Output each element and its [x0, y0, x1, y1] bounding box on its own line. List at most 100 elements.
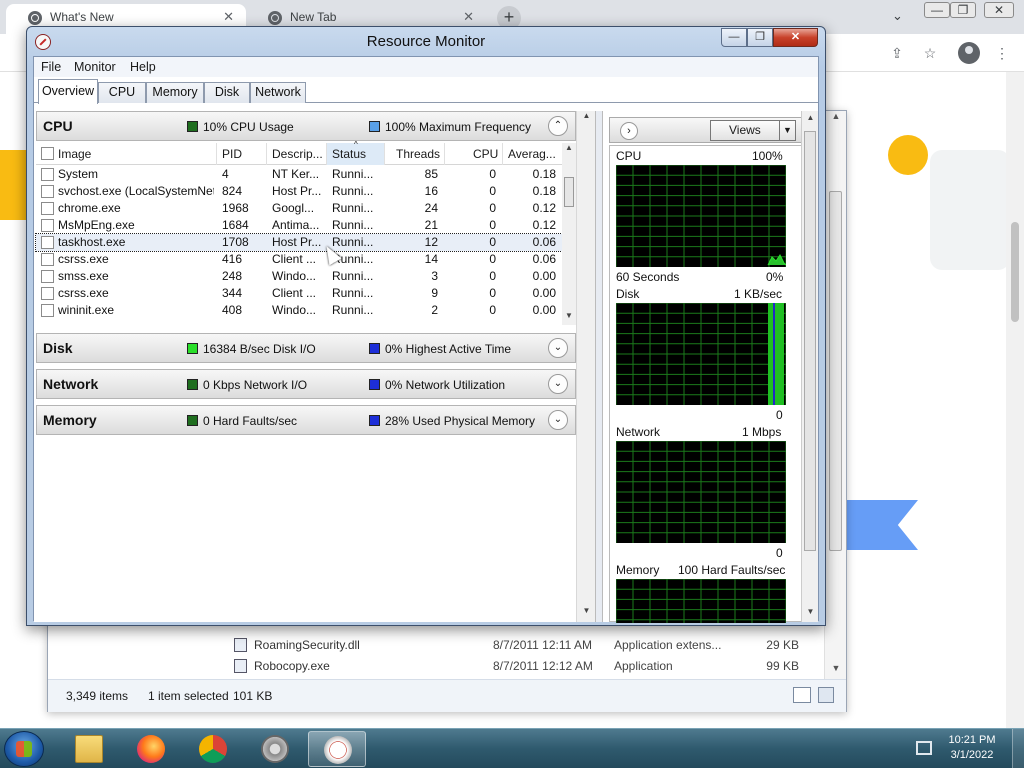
clock-date: 3/1/2022 [950, 749, 994, 761]
browser-minimize-button[interactable]: — [924, 2, 950, 18]
tab-search-chevron-icon[interactable]: ⌄ [892, 8, 903, 24]
menu-file[interactable]: File [41, 60, 61, 74]
show-desktop-button[interactable] [1012, 729, 1024, 768]
tab-overview[interactable]: Overview [38, 79, 98, 104]
column-image[interactable]: Image [58, 147, 91, 161]
column-threads[interactable]: Threads [396, 147, 440, 161]
file-row[interactable]: Robocopy.exe 8/7/2011 12:12 AM Applicati… [234, 656, 834, 676]
column-separator[interactable] [502, 143, 503, 165]
process-row[interactable]: System 4 NT Ker... Runni... 85 0 0.18 [36, 166, 562, 183]
scroll-down-icon[interactable]: ▼ [562, 311, 576, 320]
dropdown-arrow-icon[interactable]: ▼ [779, 121, 795, 140]
process-row[interactable]: chrome.exe 1968 Googl... Runni... 24 0 0.12 [36, 200, 562, 217]
memory-section-header[interactable]: Memory 0 Hard Faults/sec 28% Used Physic… [36, 405, 576, 435]
maximize-button[interactable]: ❐ [747, 28, 773, 47]
tab-disk[interactable]: Disk [204, 82, 250, 103]
explorer-scrollbar[interactable]: ▲ ▼ [824, 111, 846, 679]
browser-close-button[interactable]: ✕ [984, 2, 1014, 18]
taskbar-chrome-button[interactable] [184, 731, 242, 767]
page-scrollbar[interactable] [1006, 72, 1024, 728]
scroll-up-icon[interactable]: ▲ [825, 111, 847, 127]
network-tray-icon[interactable] [916, 741, 932, 755]
chevron-right-icon[interactable]: › [620, 122, 638, 140]
scrollbar-thumb[interactable] [829, 191, 842, 551]
tab-cpu[interactable]: CPU [98, 82, 146, 103]
column-status[interactable]: Status [332, 147, 366, 161]
scroll-down-icon[interactable]: ▼ [577, 606, 596, 622]
scrollbar-thumb[interactable] [1011, 222, 1019, 322]
scroll-up-icon[interactable]: ▲ [802, 113, 819, 122]
column-cpu[interactable]: CPU [473, 147, 498, 161]
taskbar-firefox-button[interactable] [122, 731, 180, 767]
column-separator[interactable] [266, 143, 267, 165]
graph-grid [616, 579, 786, 623]
scroll-up-icon[interactable]: ▲ [577, 111, 596, 127]
start-button[interactable] [4, 731, 44, 767]
column-pid[interactable]: PID [222, 147, 242, 161]
views-dropdown[interactable]: Views ▼ [710, 120, 796, 141]
column-separator[interactable] [216, 143, 217, 165]
network-section-header[interactable]: Network 0 Kbps Network I/O 0% Network Ut… [36, 369, 576, 399]
process-checkbox[interactable] [41, 253, 54, 266]
process-row[interactable]: svchost.exe (LocalSystemNet... 824 Host Pr… [36, 183, 562, 200]
cpu-section-header[interactable]: CPU 10% CPU Usage 100% Maximum Frequency… [36, 111, 576, 141]
left-pane-scrollbar[interactable]: ▲ ▼ [576, 111, 595, 622]
column-separator[interactable] [384, 143, 385, 165]
bookmark-star-icon[interactable]: ☆ [921, 44, 939, 62]
taskbar-resource-monitor-button[interactable] [308, 731, 366, 767]
process-pid: 824 [222, 184, 243, 198]
pane-splitter[interactable] [595, 111, 603, 622]
scrollbar-thumb[interactable] [564, 177, 574, 207]
expand-chevron-down-icon[interactable]: ⌄ [548, 374, 568, 394]
kebab-menu-icon[interactable]: ⋮ [993, 44, 1011, 62]
column-description[interactable]: Descrip... [272, 147, 323, 161]
minimize-button[interactable]: — [721, 28, 747, 47]
menu-monitor[interactable]: Monitor [74, 60, 116, 74]
process-row[interactable]: taskhost.exe 1708 Host Pr... Runni... 12 0 0.0… [35, 233, 563, 252]
process-row[interactable]: wininit.exe 408 Windo... Runni... 2 0 0.00 [36, 302, 562, 319]
process-checkbox[interactable] [41, 185, 54, 198]
disk-section-header[interactable]: Disk 16384 B/sec Disk I/O 0% Highest Act… [36, 333, 576, 363]
process-row[interactable]: smss.exe 248 Windo... Runni... 3 0 0.00 [36, 268, 562, 285]
scroll-down-icon[interactable]: ▼ [802, 607, 819, 616]
scrollbar-thumb[interactable] [804, 131, 816, 551]
right-pane-scrollbar[interactable]: ▲ ▼ [801, 111, 818, 622]
process-row[interactable]: csrss.exe 344 Client ... Runni... 9 0 0.00 [36, 285, 562, 302]
selected-size: 101 KB [233, 689, 273, 703]
close-button[interactable]: ✕ [773, 28, 818, 47]
graph-grid [616, 441, 786, 543]
process-checkbox[interactable] [41, 304, 54, 317]
process-checkbox[interactable] [41, 219, 54, 232]
process-cpu: 0 [489, 201, 496, 215]
expand-chevron-down-icon[interactable]: ⌄ [548, 338, 568, 358]
details-view-icon[interactable] [793, 687, 811, 703]
taskbar-explorer-button[interactable] [60, 731, 118, 767]
browser-restore-button[interactable]: ❐ [950, 2, 976, 18]
profile-avatar-icon[interactable] [958, 42, 980, 64]
share-icon[interactable]: ⇪ [888, 44, 906, 62]
file-row[interactable]: RoamingSecurity.dll 8/7/2011 12:11 AM Ap… [234, 635, 834, 655]
scroll-up-icon[interactable]: ▲ [562, 143, 576, 152]
process-row[interactable]: MsMpEng.exe 1684 Antima... Runni... 21 0 0.12 [36, 217, 562, 234]
column-average[interactable]: Averag... [508, 147, 556, 161]
process-checkbox[interactable] [41, 168, 54, 181]
process-table-scrollbar[interactable]: ▲ ▼ [562, 143, 576, 325]
taskbar-clock[interactable]: 10:21 PM 3/1/2022 [942, 733, 1002, 763]
process-checkbox[interactable] [41, 202, 54, 215]
process-checkbox[interactable] [41, 236, 54, 249]
tab-memory[interactable]: Memory [146, 82, 204, 103]
collapse-chevron-up-icon[interactable]: ⌃ [548, 116, 568, 136]
large-icons-view-icon[interactable] [818, 687, 834, 703]
process-row[interactable]: csrss.exe 416 Client ... Runni... 14 0 0.06 [36, 251, 562, 268]
column-separator[interactable] [444, 143, 445, 165]
menu-help[interactable]: Help [130, 60, 156, 74]
tab-network[interactable]: Network [250, 82, 306, 103]
taskbar-settings-button[interactable] [246, 731, 304, 767]
column-separator[interactable] [326, 143, 327, 165]
select-all-checkbox[interactable] [41, 147, 54, 160]
process-checkbox[interactable] [41, 287, 54, 300]
process-average-cpu: 0.12 [532, 218, 556, 232]
process-checkbox[interactable] [41, 270, 54, 283]
scroll-down-icon[interactable]: ▼ [825, 663, 847, 679]
expand-chevron-down-icon[interactable]: ⌄ [548, 410, 568, 430]
